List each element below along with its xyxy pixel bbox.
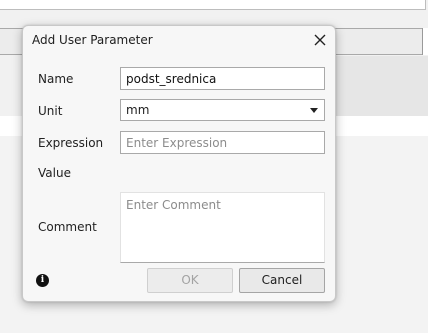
background-text-field xyxy=(0,0,426,10)
expression-label: Expression xyxy=(38,136,104,150)
close-icon[interactable] xyxy=(312,32,328,48)
comment-field[interactable] xyxy=(120,192,325,263)
ok-button[interactable]: OK xyxy=(147,268,233,293)
dialog-title: Add User Parameter xyxy=(32,33,153,47)
unit-label: Unit xyxy=(38,104,63,118)
name-label: Name xyxy=(38,72,74,86)
unit-selected-value: mm xyxy=(126,103,150,117)
expression-field[interactable] xyxy=(120,131,325,154)
unit-dropdown[interactable]: mm xyxy=(120,99,325,121)
background-toolbar-edge xyxy=(422,28,428,55)
name-field[interactable] xyxy=(120,67,325,90)
comment-label: Comment xyxy=(38,220,97,234)
background-panel xyxy=(336,56,428,116)
chevron-down-icon xyxy=(310,108,318,113)
info-icon[interactable]: i xyxy=(36,274,49,287)
add-user-parameter-dialog: Add User Parameter Name Unit mm Expressi… xyxy=(22,25,336,302)
cancel-button[interactable]: Cancel xyxy=(239,268,325,293)
value-label: Value xyxy=(38,166,71,180)
